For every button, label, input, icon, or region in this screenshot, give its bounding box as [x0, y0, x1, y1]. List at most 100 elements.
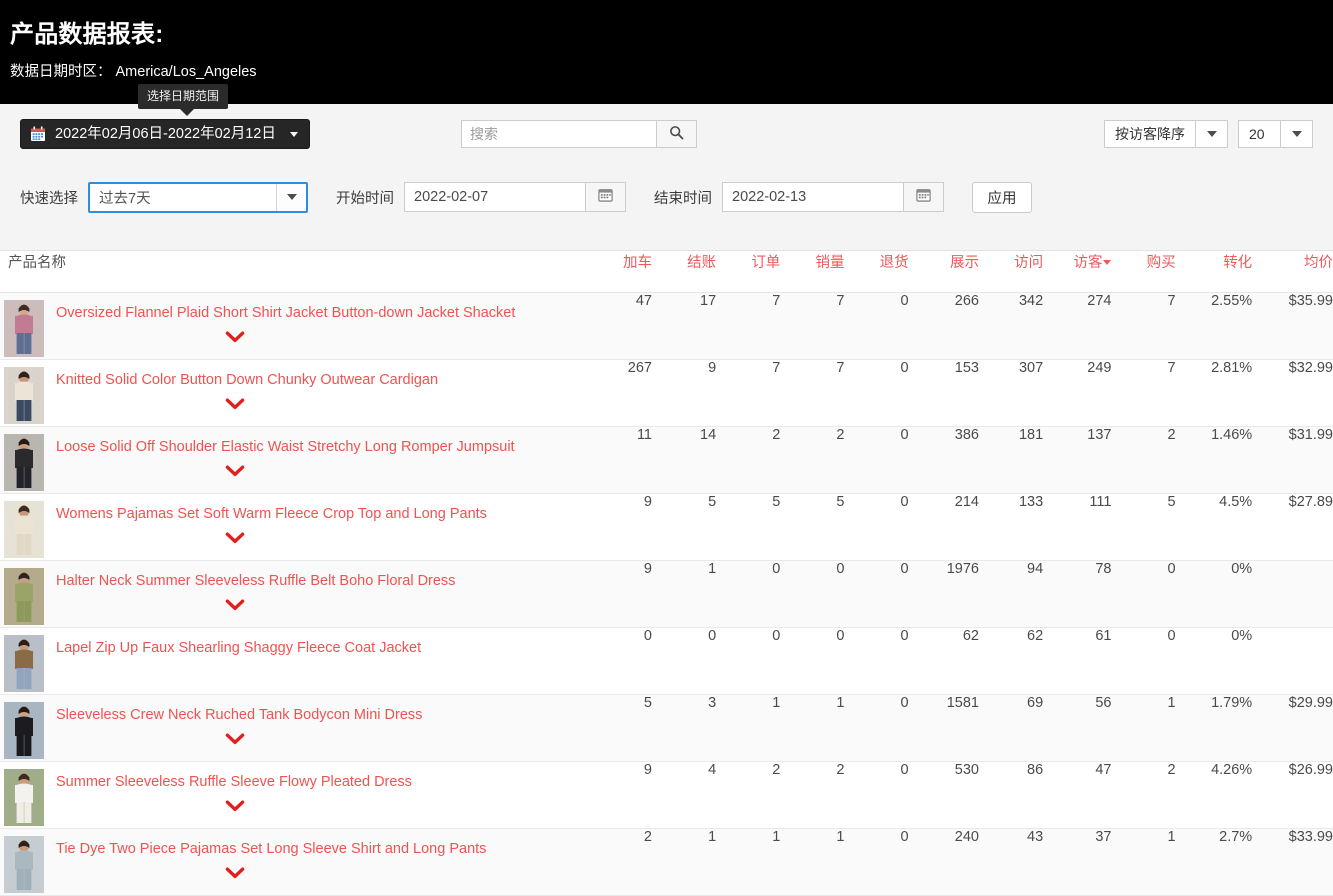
- column-header-visitors-label: 访客: [1073, 255, 1103, 271]
- product-name-link[interactable]: Halter Neck Summer Sleeveless Ruffle Bel…: [56, 572, 455, 590]
- expand-row-button[interactable]: [56, 800, 414, 813]
- table-row: Tie Dye Two Piece Pajamas Set Long Sleev…: [0, 828, 1333, 895]
- search-button[interactable]: [656, 120, 697, 148]
- cell-checkout: 1: [708, 828, 717, 845]
- expand-row-button[interactable]: [56, 532, 414, 545]
- cell-impressions: 266: [954, 292, 979, 309]
- search-input[interactable]: [461, 120, 656, 148]
- sort-select[interactable]: 按访客降序: [1104, 120, 1228, 148]
- chevron-down-icon: [225, 599, 245, 610]
- column-header-visits[interactable]: 访问: [979, 251, 1044, 293]
- cell-visits: 62: [1027, 627, 1044, 644]
- product-name-cell: Tie Dye Two Piece Pajamas Set Long Sleev…: [0, 828, 594, 895]
- column-header-add-to-cart[interactable]: 加车: [594, 251, 652, 293]
- end-date-input[interactable]: [722, 182, 903, 212]
- apply-button[interactable]: 应用: [972, 181, 1032, 213]
- product-thumbnail[interactable]: [4, 433, 44, 491]
- cell-visitors: 56: [1095, 694, 1112, 711]
- expand-row-button[interactable]: [56, 599, 414, 612]
- product-name-link[interactable]: Womens Pajamas Set Soft Warm Fleece Crop…: [56, 505, 487, 523]
- expand-row-button[interactable]: [56, 465, 414, 478]
- product-name-link[interactable]: Summer Sleeveless Ruffle Sleeve Flowy Pl…: [56, 773, 412, 791]
- cell-purchases: 0: [1167, 627, 1176, 644]
- column-header-orders[interactable]: 订单: [716, 251, 781, 293]
- cell-conversion: 4.5%: [1219, 493, 1253, 510]
- product-thumbnail[interactable]: [4, 567, 44, 625]
- column-header-impressions[interactable]: 展示: [908, 251, 979, 293]
- cell-conversion: 4.26%: [1211, 761, 1253, 778]
- product-thumbnail[interactable]: [4, 835, 44, 893]
- column-header-sales[interactable]: 销量: [780, 251, 845, 293]
- product-thumbnail[interactable]: [4, 500, 44, 558]
- column-header-returns[interactable]: 退货: [844, 251, 909, 293]
- product-name-link[interactable]: Lapel Zip Up Faux Shearling Shaggy Fleec…: [56, 639, 421, 657]
- product-thumbnail[interactable]: [4, 768, 44, 826]
- chevron-down-icon: [225, 465, 245, 476]
- column-header-checkout[interactable]: 结账: [652, 251, 717, 293]
- end-date-calendar-button[interactable]: [903, 182, 944, 212]
- cell-avg-price: $29.99: [1288, 694, 1333, 711]
- column-header-avg-price[interactable]: 均价: [1252, 251, 1333, 293]
- product-thumbnail[interactable]: [4, 366, 44, 424]
- product-thumbnail[interactable]: [4, 634, 44, 692]
- cell-returns: 0: [900, 426, 909, 443]
- cell-orders: 2: [772, 426, 781, 443]
- start-date-input[interactable]: [404, 182, 585, 212]
- cell-visitors: 37: [1095, 828, 1112, 845]
- cell-checkout: 9: [708, 359, 717, 376]
- page-size-value: 20: [1238, 120, 1280, 148]
- table-row: Sleeveless Crew Neck Ruched Tank Bodycon…: [0, 694, 1333, 761]
- cell-add-to-cart: 11: [636, 426, 652, 443]
- product-name-link[interactable]: Knitted Solid Color Button Down Chunky O…: [56, 371, 438, 389]
- cell-impressions: 530: [954, 761, 979, 778]
- cell-returns: 0: [900, 493, 909, 510]
- cell-visitors: 137: [1087, 426, 1112, 443]
- expand-row-button[interactable]: [56, 331, 414, 344]
- cell-add-to-cart: 5: [643, 694, 652, 711]
- cell-visits: 94: [1027, 560, 1044, 577]
- timezone-label: 数据日期时区：: [10, 64, 112, 80]
- product-thumbnail[interactable]: [4, 299, 44, 357]
- cell-sales: 1: [836, 828, 845, 845]
- date-range-button[interactable]: 2022年02月06日-2022年02月12日: [20, 119, 310, 149]
- cell-avg-price: [1252, 560, 1333, 627]
- product-name-link[interactable]: Tie Dye Two Piece Pajamas Set Long Sleev…: [56, 840, 486, 858]
- page-size-select[interactable]: 20: [1238, 120, 1313, 148]
- column-header-purchases[interactable]: 购买: [1111, 251, 1176, 293]
- sort-select-value: 按访客降序: [1104, 120, 1195, 148]
- toolbar-row-primary: 2022年02月06日-2022年02月12日 按访客降序 20: [0, 104, 1333, 164]
- cell-conversion: 0%: [1231, 560, 1253, 577]
- cell-purchases: 7: [1167, 292, 1176, 309]
- cell-orders: 1: [772, 828, 781, 845]
- expand-row-button[interactable]: [56, 733, 414, 746]
- cell-purchases: 0: [1167, 560, 1176, 577]
- cell-conversion: 1.79%: [1211, 694, 1253, 711]
- cell-conversion: 1.46%: [1211, 426, 1253, 443]
- table-row: Halter Neck Summer Sleeveless Ruffle Bel…: [0, 560, 1333, 627]
- page-masthead: 产品数据报表: 数据日期时区： America/Los_Angeles 选择日期范…: [0, 0, 1333, 116]
- column-header-conversion[interactable]: 转化: [1175, 251, 1253, 293]
- cell-checkout: 4: [708, 761, 717, 778]
- cell-orders: 0: [772, 560, 781, 577]
- cell-orders: 0: [772, 627, 781, 644]
- expand-row-button[interactable]: [56, 398, 414, 411]
- product-name-link[interactable]: Sleeveless Crew Neck Ruched Tank Bodycon…: [56, 706, 422, 724]
- quick-select-label: 快速选择: [20, 190, 78, 207]
- quick-select[interactable]: 过去7天: [88, 181, 308, 213]
- expand-row-button[interactable]: [56, 867, 414, 880]
- cell-add-to-cart: 9: [643, 761, 652, 778]
- column-header-visitors[interactable]: 访客: [1043, 251, 1112, 293]
- cell-visitors: 78: [1095, 560, 1112, 577]
- cell-conversion: 2.55%: [1211, 292, 1253, 309]
- cell-checkout: 5: [708, 493, 717, 510]
- cell-returns: 0: [900, 292, 909, 309]
- column-header-name: 产品名称: [0, 251, 595, 293]
- start-date-calendar-button[interactable]: [585, 182, 626, 212]
- start-date-label: 开始时间: [336, 190, 394, 207]
- report-table: 产品名称 加车 结账 订单 销量 退货 展示 访问 访客 购买 转化 均价 Ov…: [0, 251, 1333, 896]
- product-thumbnail[interactable]: [4, 701, 44, 759]
- product-name-link[interactable]: Oversized Flannel Plaid Short Shirt Jack…: [56, 304, 515, 322]
- cell-impressions: 1581: [946, 694, 979, 711]
- product-name-link[interactable]: Loose Solid Off Shoulder Elastic Waist S…: [56, 438, 515, 456]
- cell-checkout: 3: [708, 694, 717, 711]
